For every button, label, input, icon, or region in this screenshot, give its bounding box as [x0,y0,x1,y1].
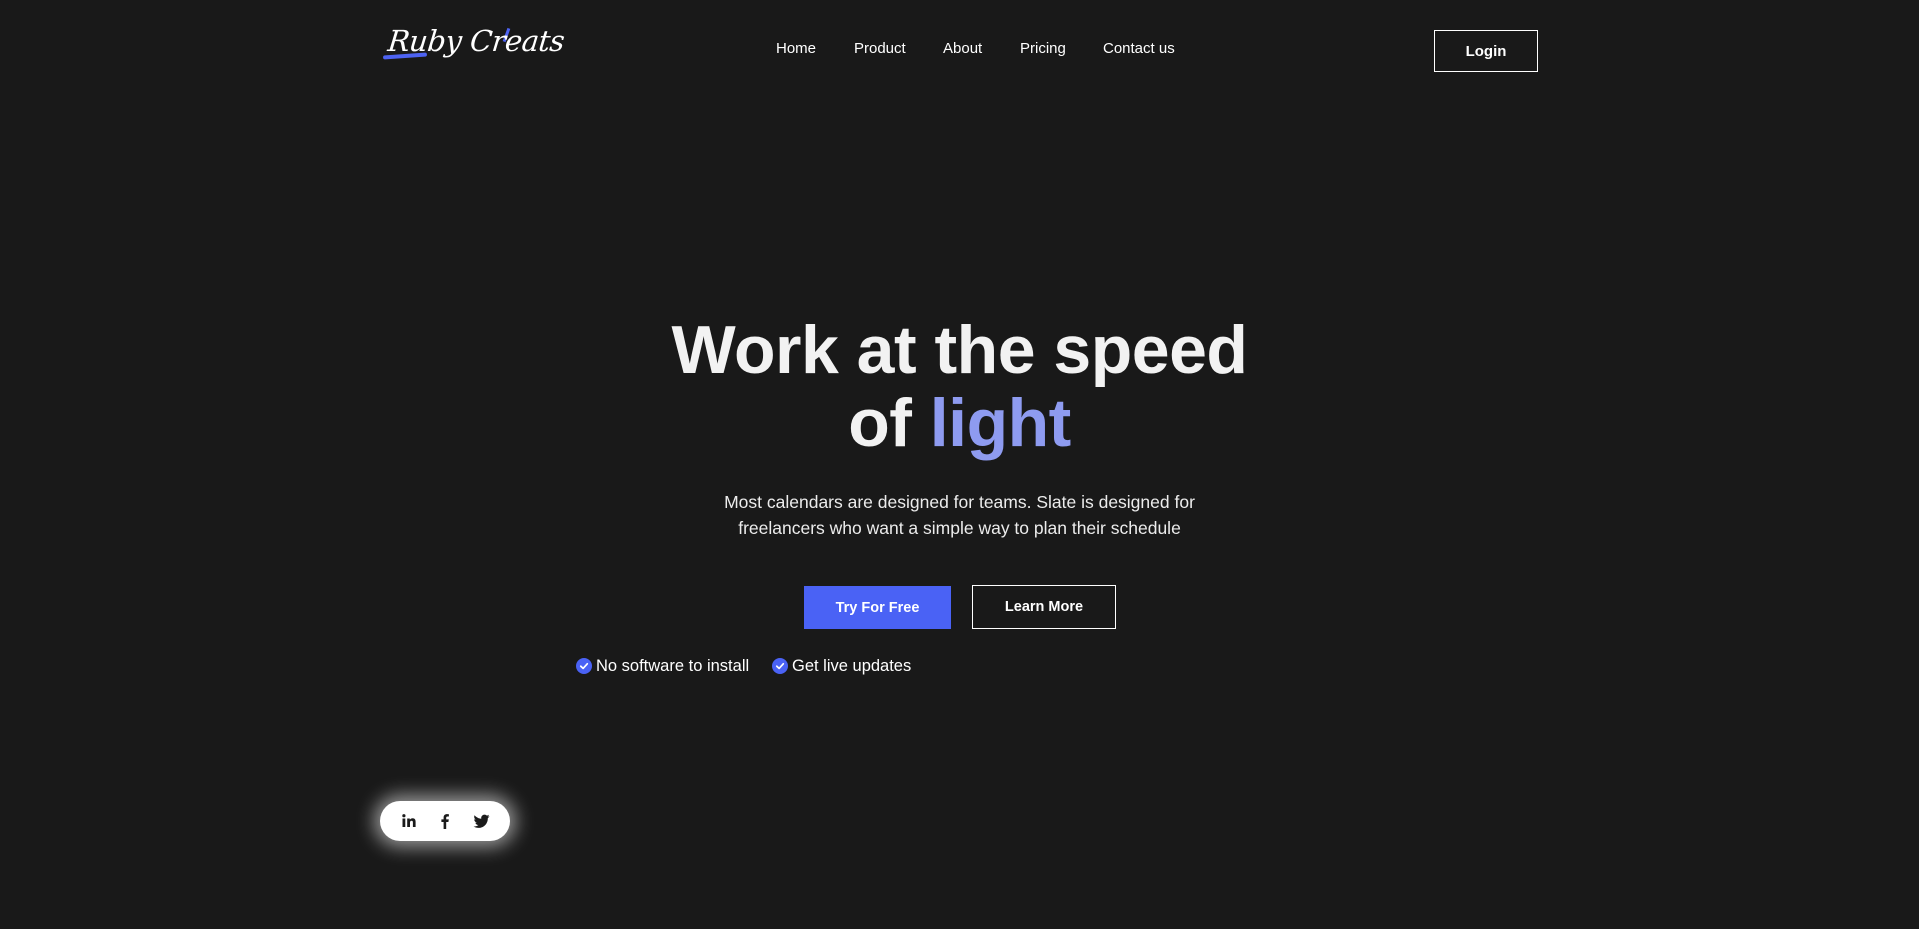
nav-item-product[interactable]: Product [854,40,906,57]
check-circle-icon [772,658,788,674]
nav-item-home[interactable]: Home [776,40,816,57]
nav-item-pricing[interactable]: Pricing [1020,40,1066,57]
hero-title-accent-word: light [929,385,1072,461]
twitter-icon[interactable] [472,812,490,830]
check-circle-icon [576,658,592,674]
hero-title-line2-prefix: of [848,385,912,461]
learn-more-button[interactable]: Learn More [972,585,1116,629]
linkedin-icon[interactable] [400,812,418,830]
main-nav: Home Product About Pricing Contact us [0,40,1919,62]
feature-label: Get live updates [792,656,912,675]
landing-page: Ruby Creats Home Product About Pricing C… [0,0,1919,929]
nav-item-contact-us[interactable]: Contact us [1103,40,1175,57]
hero-title: Work at the speed of light [0,314,1919,460]
hero-subtitle-line1: Most calendars are designed for teams. S… [724,492,1195,512]
hero-subtitle: Most calendars are designed for teams. S… [0,489,1919,541]
hero-subtitle-line2: freelancers who want a simple way to pla… [738,518,1181,538]
hero-title-line1: Work at the speed [671,312,1248,388]
nav-item-about[interactable]: About [943,40,982,57]
feature-label: No software to install [596,656,750,675]
try-for-free-button[interactable]: Try For Free [804,586,951,629]
facebook-icon[interactable] [436,812,454,830]
feature-no-software: No software to install [576,656,749,676]
social-links [380,801,510,841]
login-button[interactable]: Login [1434,30,1538,72]
feature-live-updates: Get live updates [772,656,911,676]
